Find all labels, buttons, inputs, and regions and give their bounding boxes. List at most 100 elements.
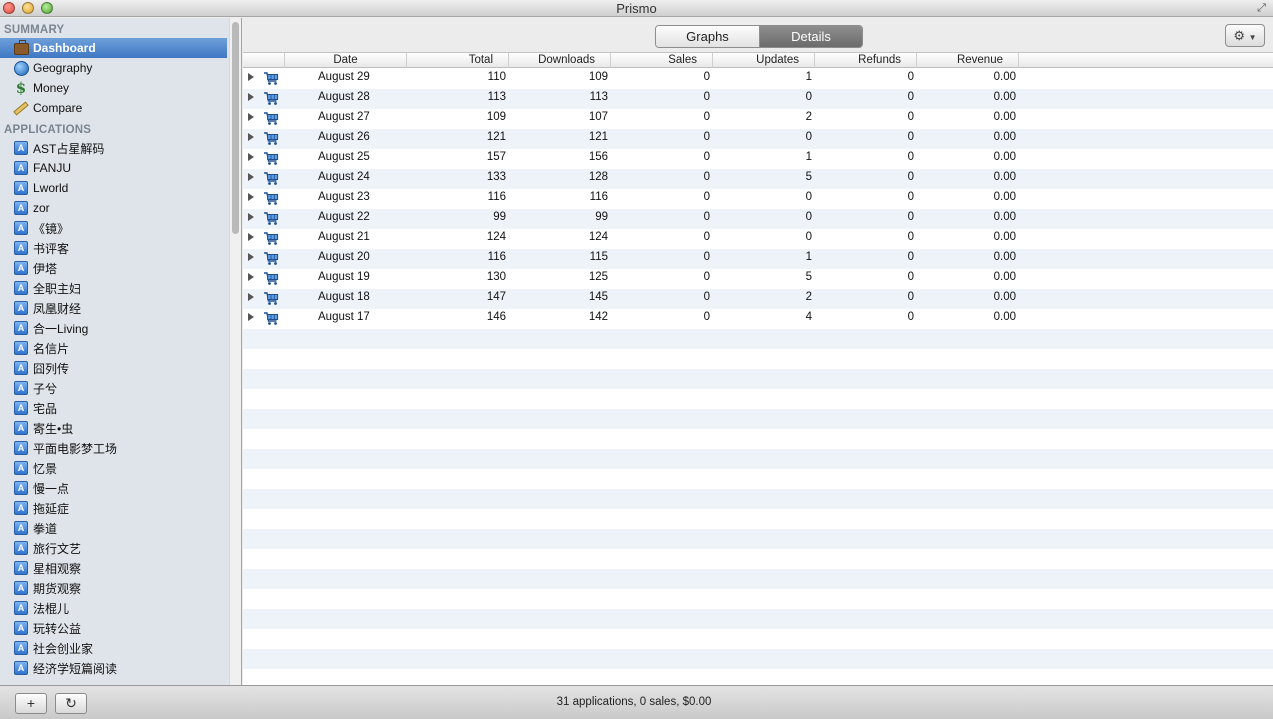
disclosure-triangle-icon[interactable]: [248, 313, 254, 321]
table-row[interactable]: August 28 113 113 0 0 0 0.00: [243, 89, 1273, 109]
sidebar-item-label: AST占星解码: [33, 141, 105, 156]
sidebar-app-item[interactable]: A 旅行文艺: [0, 538, 227, 558]
sidebar-app-item[interactable]: A 囧列传: [0, 358, 227, 378]
sidebar-item-label: 星相观察: [33, 561, 82, 576]
disclosure-triangle-icon[interactable]: [248, 73, 254, 81]
sidebar-app-item[interactable]: A 慢一点: [0, 478, 227, 498]
cell-total: 110: [487, 71, 506, 83]
header-revenue[interactable]: Revenue: [917, 53, 1019, 68]
sidebar-app-item[interactable]: A 经济学短篇阅读: [0, 658, 227, 678]
sidebar-app-item[interactable]: A Lworld: [0, 178, 227, 198]
app-store-icon: A: [13, 440, 29, 456]
empty-row: [243, 349, 1273, 369]
sidebar-app-item[interactable]: A FANJU: [0, 158, 227, 178]
sidebar-app-item[interactable]: A 拖延症: [0, 498, 227, 518]
cell-refunds: 0: [907, 131, 914, 143]
sidebar-app-item[interactable]: A 子兮: [0, 378, 227, 398]
cell-revenue: 0.00: [993, 291, 1016, 303]
cell-total: 121: [486, 131, 506, 143]
sidebar-app-item[interactable]: A 凤凰财经: [0, 298, 227, 318]
sidebar-item-money[interactable]: $ Money: [0, 78, 227, 98]
cell-refunds: 0: [907, 311, 914, 323]
cell-refunds: 0: [907, 271, 914, 283]
table-row[interactable]: August 27 109 107 0 2 0 0.00: [243, 109, 1273, 129]
header-refunds[interactable]: Refunds: [815, 53, 917, 68]
header-downloads[interactable]: Downloads: [509, 53, 611, 68]
table-row[interactable]: August 19 130 125 0 5 0 0.00: [243, 269, 1273, 289]
sidebar-app-item[interactable]: A 忆景: [0, 458, 227, 478]
table-row[interactable]: August 20 116 115 0 1 0 0.00: [243, 249, 1273, 269]
disclosure-triangle-icon[interactable]: [248, 113, 254, 121]
table-row[interactable]: August 25 157 156 0 1 0 0.00: [243, 149, 1273, 169]
sidebar-app-item[interactable]: A 平面电影梦工场: [0, 438, 227, 458]
applications-header: APPLICATIONS: [4, 124, 92, 136]
disclosure-triangle-icon[interactable]: [248, 233, 254, 241]
disclosure-triangle-icon[interactable]: [248, 273, 254, 281]
cell-revenue: 0.00: [993, 311, 1016, 323]
app-store-icon: A: [13, 460, 29, 476]
sidebar-item-dashboard[interactable]: Dashboard: [0, 38, 227, 58]
disclosure-triangle-icon[interactable]: [248, 153, 254, 161]
sidebar-item-label: 伊塔: [33, 261, 58, 276]
sidebar-app-item[interactable]: A 《镜》: [0, 218, 227, 238]
app-store-icon: A: [13, 200, 29, 216]
header-sales[interactable]: Sales: [611, 53, 713, 68]
disclosure-triangle-icon[interactable]: [248, 213, 254, 221]
sidebar-app-item[interactable]: A AST占星解码: [0, 138, 227, 158]
disclosure-triangle-icon[interactable]: [248, 93, 254, 101]
cell-revenue: 0.00: [993, 191, 1016, 203]
sidebar-app-item[interactable]: A 拳道: [0, 518, 227, 538]
sidebar-app-item[interactable]: A 合一Living: [0, 318, 227, 338]
disclosure-triangle-icon[interactable]: [248, 293, 254, 301]
sidebar-app-item[interactable]: Azor: [0, 198, 227, 218]
cart-icon: [263, 271, 279, 286]
tab-graphs[interactable]: Graphs: [656, 26, 759, 47]
sidebar-app-item[interactable]: A 全职主妇: [0, 278, 227, 298]
table-row[interactable]: August 24 133 128 0 5 0 0.00: [243, 169, 1273, 189]
sidebar-app-item[interactable]: A 期货观察: [0, 578, 227, 598]
settings-menu-button[interactable]: ⚙ ▼: [1225, 24, 1265, 47]
sidebar-item-compare[interactable]: Compare: [0, 98, 227, 118]
cell-sales: 0: [703, 111, 710, 123]
sidebar: SUMMARY Dashboard Geography $ Money Compare …: [0, 18, 242, 685]
table-row[interactable]: August 18 147 145 0 2 0 0.00: [243, 289, 1273, 309]
table-row[interactable]: August 17 146 142 0 4 0 0.00: [243, 309, 1273, 329]
sidebar-app-item[interactable]: A 社会创业家: [0, 638, 227, 658]
app-store-icon: A: [13, 500, 29, 516]
sidebar-app-item[interactable]: A 寄生•虫: [0, 418, 227, 438]
table-row[interactable]: August 22 99 99 0 0 0 0.00: [243, 209, 1273, 229]
disclosure-triangle-icon[interactable]: [248, 253, 254, 261]
header-total[interactable]: Total: [407, 53, 509, 68]
sidebar-app-item[interactable]: A 名信片: [0, 338, 227, 358]
fullscreen-icon[interactable]: ⤢: [1255, 2, 1268, 15]
sidebar-app-item[interactable]: A 星相观察: [0, 558, 227, 578]
cell-sales: 0: [703, 191, 710, 203]
sidebar-item-label: 拳道: [33, 521, 58, 536]
cell-total: 146: [486, 311, 506, 323]
cell-sales: 0: [703, 291, 710, 303]
header-updates[interactable]: Updates: [713, 53, 815, 68]
sidebar-app-item[interactable]: A 玩转公益: [0, 618, 227, 638]
disclosure-triangle-icon[interactable]: [248, 193, 254, 201]
sidebar-list: SUMMARY Dashboard Geography $ Money Compare …: [0, 18, 241, 678]
table-row[interactable]: August 23 116 116 0 0 0 0.00: [243, 189, 1273, 209]
cell-revenue: 0.00: [993, 251, 1016, 263]
table-row[interactable]: August 26 121 121 0 0 0 0.00: [243, 129, 1273, 149]
sidebar-app-item[interactable]: A 书评客: [0, 238, 227, 258]
table-row[interactable]: August 21 124 124 0 0 0 0.00: [243, 229, 1273, 249]
tab-details[interactable]: Details: [759, 26, 862, 47]
disclosure-triangle-icon[interactable]: [248, 173, 254, 181]
sidebar-app-item[interactable]: A 宅品: [0, 398, 227, 418]
sidebar-app-item[interactable]: A 法棍儿: [0, 598, 227, 618]
toolbar: Graphs Details ⚙ ▼: [243, 18, 1273, 53]
sidebar-scroll-thumb[interactable]: [232, 22, 239, 234]
cell-downloads: 145: [588, 291, 608, 303]
sidebar-item-label: 平面电影梦工场: [33, 441, 118, 456]
empty-row: [243, 489, 1273, 509]
sidebar-scrollbar[interactable]: [229, 18, 241, 685]
header-date[interactable]: Date: [285, 53, 407, 68]
disclosure-triangle-icon[interactable]: [248, 133, 254, 141]
sidebar-app-item[interactable]: A 伊塔: [0, 258, 227, 278]
table-row[interactable]: August 29 110 109 0 1 0 0.00: [243, 69, 1273, 89]
sidebar-item-geography[interactable]: Geography: [0, 58, 227, 78]
